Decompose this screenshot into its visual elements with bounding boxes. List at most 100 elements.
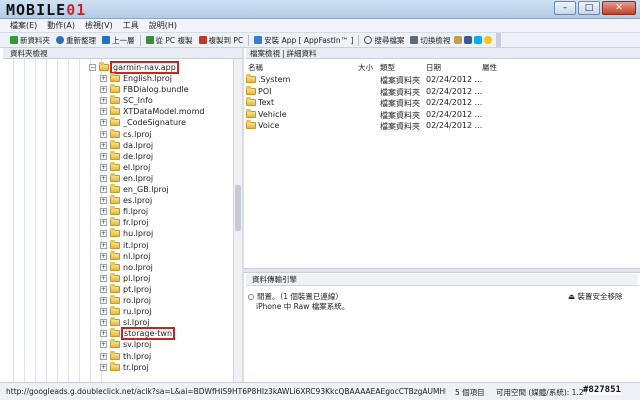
menu-help[interactable]: 說明(H) [149,20,177,31]
tab-file-view[interactable]: 檔案檢視 [250,48,280,58]
search-files-button[interactable]: 搜尋檔案 [362,35,406,46]
expand-icon[interactable]: + [100,152,107,160]
menu-tools[interactable]: 工具 [123,20,139,31]
expand-icon[interactable]: + [100,319,107,327]
new-folder-button[interactable]: 新資料夾 [8,35,52,46]
scrollbar-thumb[interactable] [235,185,241,231]
expand-icon[interactable]: + [100,174,107,182]
toolbar-overflow[interactable] [496,33,502,47]
expand-icon[interactable]: + [100,97,107,105]
file-row[interactable]: Text 檔案資料夾 02/24/2012 ... [246,97,626,108]
tree-item[interactable]: + English.lproj [100,73,172,84]
tree-item[interactable]: + _CodeSignature [100,117,186,128]
facebook-icon[interactable] [464,36,473,44]
expand-icon[interactable]: + [100,230,107,238]
copy-from-pc-button[interactable]: 從 PC 複製 [144,35,195,46]
tree-item[interactable]: + XTDataModel.momd [100,106,204,117]
expand-icon[interactable]: + [100,141,107,149]
tree-item[interactable]: + it.lproj [100,239,148,251]
expand-icon[interactable]: + [100,352,107,360]
folder-tree[interactable]: − garmin-nav.app + English.lproj + FBDialog.b… [3,59,233,382]
tree-item[interactable]: + sv.lproj [100,339,151,350]
menu-file[interactable]: 檔案(E) [10,20,37,31]
tree-item[interactable]: + sl.lproj [100,317,149,328]
tree-scrollbar[interactable] [233,59,242,382]
tree-item[interactable]: + tr.lproj [100,361,149,373]
expand-icon[interactable]: + [100,163,107,171]
tab-details[interactable]: 詳細資料 [287,48,317,58]
tree-item[interactable]: + ro.lproj [100,295,151,306]
file-row[interactable]: Vehicle 檔案資料夾 02/24/2012 ... [246,108,626,120]
column-size[interactable]: 大小 [358,62,373,73]
expand-icon[interactable]: + [100,341,107,349]
menu-action[interactable]: 動作(A) [47,20,75,31]
expand-icon[interactable]: + [100,130,107,138]
tree-item[interactable]: + el.lproj [100,161,150,173]
lower-splitter[interactable] [244,268,640,273]
panel-splitter[interactable] [242,48,244,382]
expand-icon[interactable]: + [100,252,107,260]
tree-item-label: pt.lproj [123,284,152,294]
smiley-icon[interactable] [484,36,493,44]
tree-item[interactable]: + nl.lproj [100,250,150,262]
mail-icon[interactable] [454,36,463,44]
tree-item[interactable]: + hu.lproj [100,228,153,239]
expand-icon[interactable]: + [100,75,107,82]
expand-icon[interactable]: + [100,297,107,304]
toggle-view-button[interactable]: 切換檢視 [408,35,452,46]
tree-item[interactable]: + en.lproj [100,172,153,184]
maximize-button[interactable]: □ [578,1,600,15]
tree-item[interactable]: + fi.lproj [100,206,148,217]
tree-item[interactable]: + fr.lproj [100,217,148,228]
install-app-button[interactable]: 安裝 App [ AppFastIn™ ] [252,35,355,46]
column-attributes[interactable]: 屬性 [482,62,497,73]
expand-icon[interactable]: + [100,363,107,371]
expand-icon[interactable]: + [100,263,107,271]
expand-icon[interactable]: + [100,186,107,193]
expand-icon[interactable]: + [100,330,107,338]
expand-icon[interactable]: + [100,241,107,249]
file-row[interactable]: POI 檔案資料夾 02/24/2012 ... [246,85,626,97]
tree-item[interactable]: + FBDialog.bundle [100,84,189,95]
tree-item[interactable]: + pl.lproj [100,272,150,284]
tree-item[interactable]: + da.lproj [100,139,153,151]
tree-item[interactable]: + th.lproj [100,350,151,362]
menu-view[interactable]: 檢視(V) [85,20,113,31]
tree-item[interactable]: + no.lproj [100,261,153,273]
tree-item-label: sl.lproj [123,318,150,328]
file-row[interactable]: .System 檔案資料夾 02/24/2012 ... [246,74,626,85]
refresh-button[interactable]: 重新整理 [54,35,98,46]
column-date[interactable]: 日期 [426,62,441,73]
expand-icon[interactable]: + [100,285,107,293]
expand-icon[interactable]: + [100,208,107,216]
folder-icon [110,239,120,249]
collapse-icon[interactable]: − [89,64,96,71]
folder-icon [110,350,120,360]
expand-icon[interactable]: + [100,119,107,127]
expand-icon[interactable]: + [100,197,107,205]
tree-item[interactable]: + de.lproj [100,150,153,162]
folder-icon [110,283,120,293]
tree-item[interactable]: + en_GB.lproj [100,184,169,195]
close-button[interactable]: ✕ [602,1,636,15]
expand-icon[interactable]: + [100,86,107,94]
skype-icon[interactable] [474,36,483,44]
column-name[interactable]: 名稱 [248,62,263,73]
tree-item[interactable]: + ru.lproj [100,306,151,317]
tree-item[interactable]: + pt.lproj [100,283,152,295]
tree-root-item[interactable]: − garmin-nav.app [89,61,179,74]
column-type[interactable]: 類型 [380,62,395,73]
tree-item[interactable]: + SC_Info [100,95,153,106]
expand-icon[interactable]: + [100,308,107,316]
expand-icon[interactable]: + [100,219,107,227]
copy-to-pc-button[interactable]: 複製到 PC [197,35,246,46]
expand-icon[interactable]: + [100,274,107,282]
tree-item[interactable]: + es.lproj [100,195,152,206]
minimize-button[interactable]: – [554,1,576,15]
tree-item[interactable]: + cs.lproj [100,128,152,140]
safe-remove-button[interactable]: ⏏ 裝置安全移除 [568,291,622,302]
up-level-button[interactable]: 上一層 [100,35,137,46]
file-row[interactable]: Voice 檔案資料夾 02/24/2012 ... [246,120,626,131]
expand-icon[interactable]: + [100,108,107,116]
tree-item[interactable]: + storage-twn [100,327,176,341]
